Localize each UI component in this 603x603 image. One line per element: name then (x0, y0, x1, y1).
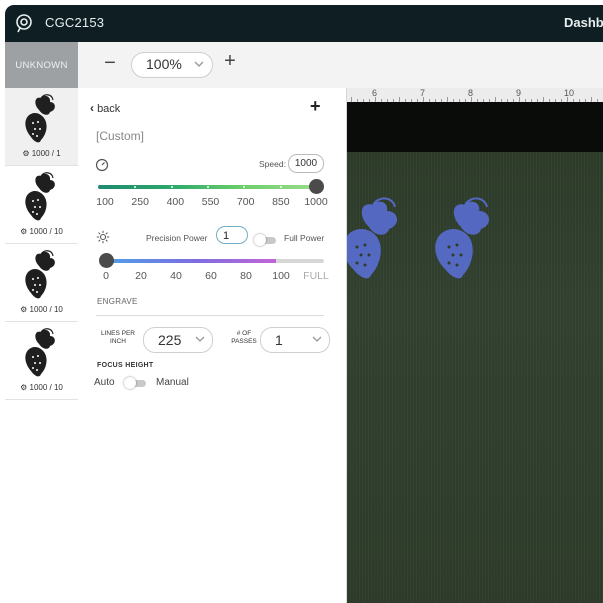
precision-power-input[interactable]: 1 (216, 226, 248, 244)
power-slider-handle[interactable] (99, 253, 114, 268)
full-power-label: Full Power (284, 233, 325, 243)
slider-tick-label: 40 (170, 270, 182, 282)
machine-name: CGC2153 (45, 15, 105, 30)
focus-manual-label: Manual (156, 377, 189, 388)
step-settings-value: 1000 / 1 (31, 149, 61, 158)
zoom-out-button[interactable]: − (101, 52, 119, 75)
slider-tick-label: 100 (272, 270, 290, 282)
settings-icon: ⚙ (20, 383, 30, 392)
slider-tick-label: 80 (240, 270, 252, 282)
strawberry-artwork[interactable] (347, 197, 411, 287)
slider-tick-label: 850 (272, 196, 290, 208)
step-thumbnail[interactable]: ⚙ 1000 / 10 (5, 322, 78, 400)
focus-height-label: FOCUS HEIGHT (97, 362, 154, 369)
step-thumbnail[interactable]: ⚙ 1000 / 10 (5, 166, 78, 244)
dashboard-link[interactable]: Dashbo (564, 15, 603, 30)
slider-tick-dot (207, 186, 209, 188)
passes-value: 1 (275, 332, 283, 348)
speed-tick-labels: 100 250 400 550 700 850 1000 (78, 196, 346, 210)
app-header: CGC2153 Dashbo (5, 5, 603, 42)
lines-per-inch-select[interactable]: 225 (143, 327, 213, 353)
toolbar: UNKNOWN − 100% + (5, 42, 603, 89)
settings-icon: ⚙ (22, 149, 32, 158)
zoom-value: 100% (146, 56, 182, 72)
back-label: back (97, 103, 121, 115)
passes-label-line2: PASSES (231, 338, 257, 345)
step-thumbnail[interactable]: ⚙ 1000 / 1 (5, 88, 78, 166)
passes-label-line1: # OF (236, 330, 252, 337)
settings-icon: ⚙ (20, 305, 30, 314)
back-link[interactable]: ‹ back (90, 101, 120, 115)
slider-tick-dot (279, 186, 282, 188)
slider-tick-label: 400 (166, 196, 185, 208)
chevron-down-icon (194, 61, 204, 67)
strawberry-artwork[interactable] (427, 197, 499, 287)
lpi-label-line1: LINES PER (101, 330, 135, 337)
step-settings-value: 1000 / 10 (29, 305, 63, 314)
step-thumbnail[interactable]: ⚙ 1000 / 10 (5, 244, 78, 322)
slider-tick-label: 250 (131, 196, 149, 208)
step-sidebar: ⚙ 1000 / 1 ⚙ 1000 / 10 ⚙ 1000 / 10 ⚙ 1000 /… (5, 88, 79, 603)
engrave-section-label: ENGRAVE (97, 297, 138, 306)
horizontal-ruler: 6 7 8 9 10 (347, 88, 603, 103)
preset-name[interactable]: [Custom] (96, 129, 144, 143)
step-settings-label: ⚙ 1000 / 1 (5, 149, 78, 158)
full-power-toggle[interactable] (254, 234, 276, 246)
add-icon[interactable]: + (310, 96, 321, 117)
bed-camera-view[interactable] (347, 102, 603, 603)
step-settings-label: ⚙ 1000 / 10 (5, 227, 78, 236)
slider-tick-label: 1000 (304, 196, 328, 208)
step-settings-value: 1000 / 10 (29, 227, 63, 236)
divider (96, 315, 324, 316)
slider-tick-dot (170, 186, 173, 188)
speed-gauge-icon (95, 158, 109, 172)
passes-select[interactable]: 1 (260, 327, 330, 353)
slider-tick-label: 100 (96, 196, 114, 208)
bed-shadow (347, 102, 603, 152)
focus-height-toggle[interactable] (124, 377, 146, 389)
slider-tick-label: 700 (236, 196, 255, 208)
speed-label: Speed: (259, 159, 286, 169)
step-settings-value: 1000 / 10 (29, 383, 63, 392)
strawberry-thumbnail-icon (25, 94, 55, 143)
zoom-select[interactable]: 100% (131, 52, 213, 78)
strawberry-thumbnail-icon (25, 250, 55, 299)
slider-tick-label: 60 (205, 270, 217, 282)
slider-tick-label: FULL (303, 270, 329, 282)
step-settings-label: ⚙ 1000 / 10 (5, 305, 78, 314)
strawberry-thumbnail-icon (25, 328, 55, 377)
logo-icon[interactable] (14, 13, 34, 33)
power-slider-track[interactable] (106, 259, 324, 263)
slider-tick-label: 20 (135, 270, 147, 282)
settings-icon: ⚙ (20, 227, 30, 236)
strawberry-thumbnail-icon (25, 172, 55, 221)
speed-input[interactable]: 1000 (288, 154, 324, 173)
zoom-in-button[interactable]: + (221, 50, 239, 73)
chevron-down-icon (195, 336, 205, 342)
slider-tick-label: 0 (103, 270, 109, 282)
slider-tick-label: 550 (201, 196, 220, 208)
lpi-label-line2: INCH (110, 338, 126, 345)
step-settings-label: ⚙ 1000 / 10 (5, 383, 78, 392)
unknown-tab[interactable]: UNKNOWN (5, 42, 78, 88)
toggle-knob (124, 377, 136, 389)
power-sun-icon (96, 230, 110, 244)
chevron-left-icon: ‹ (90, 101, 94, 115)
lpi-value: 225 (158, 332, 182, 348)
power-tick-labels: 0 20 40 60 80 100 FULL (78, 270, 346, 284)
speed-slider-handle[interactable] (309, 179, 324, 194)
passes-label: # OF PASSES (226, 330, 262, 346)
ruler-label: 10 (564, 88, 575, 98)
settings-panel: ‹ back + [Custom] Speed: 1000 100 250 400 5… (78, 88, 347, 603)
chevron-down-icon (312, 336, 322, 342)
toggle-knob (254, 234, 266, 246)
lines-per-inch-label: LINES PER INCH (96, 330, 140, 346)
precision-power-label: Precision Power (146, 233, 208, 243)
focus-auto-label: Auto (94, 377, 115, 388)
